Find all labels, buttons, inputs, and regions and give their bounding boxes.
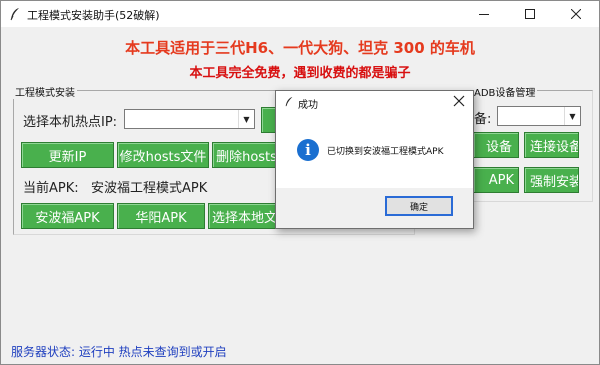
chevron-down-icon: ▼	[238, 110, 254, 128]
banner-free: 本工具完全免费，遇到收费的都是骗子	[189, 66, 411, 81]
success-dialog: 成功 i 已切换到安波福工程模式APK 确定	[275, 90, 474, 229]
edit-hosts-button[interactable]: 修改hosts文件	[117, 142, 209, 168]
status-bar: 服务器状态: 运行中 热点未查询到或开启	[11, 345, 227, 359]
feather-icon	[285, 97, 293, 107]
main-window: 工程模式安装助手(52破解) 本工具适用于三代H6、一代大狗、坦克 300 的车…	[0, 0, 600, 365]
dialog-title-bar[interactable]: 成功	[276, 91, 473, 113]
install-apk-button[interactable]: APK	[473, 167, 519, 193]
dialog-title: 成功	[298, 100, 318, 111]
close-icon	[571, 9, 581, 19]
current-apk-value: 安波福工程模式APK	[91, 181, 208, 196]
current-apk-label: 当前APK:	[23, 181, 79, 196]
ok-button[interactable]: 确定	[385, 196, 453, 216]
delete-hosts-button[interactable]: 删除hosts	[212, 142, 281, 168]
dialog-message: 已切换到安波福工程模式APK	[327, 147, 444, 157]
adb-device-select[interactable]: ▼	[497, 106, 581, 126]
huayang-apk-button[interactable]: 华阳APK	[117, 203, 205, 229]
maximize-icon	[525, 9, 535, 19]
feather-icon	[10, 8, 19, 21]
chevron-down-icon: ▼	[564, 107, 580, 125]
update-ip-button[interactable]: 更新IP	[21, 142, 114, 168]
info-icon: i	[297, 139, 319, 161]
connect-device-button[interactable]: 连接设备	[524, 132, 579, 158]
install-panel-label: 工程模式安装	[13, 84, 77, 99]
hotspot-ip-select[interactable]: ▼	[124, 109, 255, 129]
adb-device-label: 备:	[474, 112, 492, 127]
dialog-footer: 确定	[276, 188, 473, 228]
hotspot-ip-label: 选择本机热点IP:	[23, 115, 118, 130]
window-title: 工程模式安装助手(52破解)	[27, 9, 160, 22]
local-file-button[interactable]: 选择本地文	[208, 203, 281, 229]
refresh-devices-button[interactable]: 设备	[473, 132, 519, 158]
title-bar[interactable]: 工程模式安装助手(52破解)	[1, 1, 599, 27]
dialog-close-icon[interactable]	[453, 95, 465, 107]
aptiv-apk-button[interactable]: 安波福APK	[21, 203, 114, 229]
banner-compat: 本工具适用于三代H6、一代大狗、坦克 300 的车机	[125, 39, 475, 57]
minimize-icon	[479, 14, 489, 15]
adb-panel-label: ADB设备管理	[472, 84, 538, 99]
maximize-button[interactable]	[507, 1, 553, 27]
close-button[interactable]	[553, 1, 599, 27]
force-install-button[interactable]: 强制安装	[524, 167, 579, 193]
minimize-button[interactable]	[461, 1, 507, 27]
